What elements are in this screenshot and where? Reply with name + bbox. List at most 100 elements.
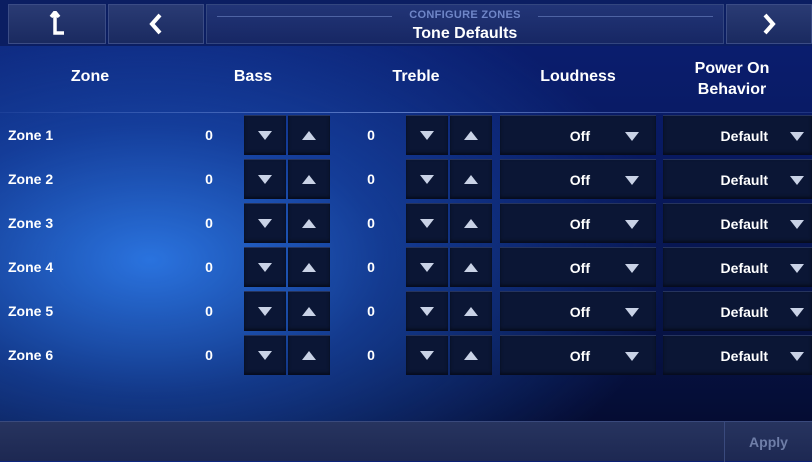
bass-down-button[interactable] [244,335,286,375]
power-on-dropdown-arrow [783,336,811,376]
chevron-down-icon [625,131,639,141]
power-on-dropdown[interactable]: Default [663,291,812,331]
chevron-down-icon [625,351,639,361]
loudness-value: Off [569,260,590,276]
loudness-dropdown[interactable]: Off [500,159,656,199]
bass-up-button[interactable] [288,335,330,375]
chevron-down-icon [625,307,639,317]
header-divider [0,112,812,113]
treble-value: 0 [367,171,375,187]
loudness-dropdown[interactable]: Off [500,247,656,287]
triangle-up-icon [464,351,478,360]
bass-value: 0 [205,215,213,231]
zone-row: Zone 6 0 0 Off Default [0,335,812,375]
chevron-down-icon [790,307,804,317]
loudness-dropdown[interactable]: Off [500,203,656,243]
power-on-value: Default [720,216,768,232]
zone-row: Zone 1 0 0 Off Default [0,115,812,155]
column-header-zone: Zone [70,68,110,85]
bass-up-button[interactable] [288,115,330,155]
treble-down-button[interactable] [406,115,448,155]
bass-down-button[interactable] [244,247,286,287]
chevron-right-icon [763,13,776,35]
treble-value: 0 [367,259,375,275]
bass-value: 0 [205,347,213,363]
bass-up-button[interactable] [288,247,330,287]
treble-up-button[interactable] [450,203,492,243]
bass-value: 0 [205,171,213,187]
power-on-dropdown-arrow [783,292,811,332]
triangle-up-icon [302,131,316,140]
treble-value: 0 [367,347,375,363]
bass-down-button[interactable] [244,115,286,155]
zone-label: Zone 4 [8,259,54,275]
bass-up-button[interactable] [288,291,330,331]
zone-label: Zone 6 [8,347,54,363]
treble-up-button[interactable] [450,159,492,199]
loudness-dropdown[interactable]: Off [500,335,656,375]
triangle-down-icon [420,307,434,316]
power-on-dropdown-arrow [783,116,811,156]
treble-down-button[interactable] [406,159,448,199]
bass-down-button[interactable] [244,159,286,199]
power-on-dropdown[interactable]: Default [663,247,812,287]
back-button[interactable] [108,4,204,44]
zone-row: Zone 5 0 0 Off Default [0,291,812,331]
triangle-up-icon [302,307,316,316]
chevron-down-icon [625,263,639,273]
zone-label: Zone 5 [8,303,54,319]
loudness-dropdown-arrow [612,336,652,376]
power-on-dropdown[interactable]: Default [663,159,812,199]
triangle-up-icon [464,263,478,272]
zone-row: Zone 3 0 0 Off Default [0,203,812,243]
treble-up-button[interactable] [450,247,492,287]
triangle-up-icon [464,307,478,316]
chevron-left-icon [149,13,162,35]
chevron-down-icon [625,175,639,185]
bass-up-button[interactable] [288,159,330,199]
loudness-dropdown-arrow [612,116,652,156]
treble-down-button[interactable] [406,335,448,375]
triangle-down-icon [258,351,272,360]
triangle-up-icon [302,263,316,272]
header-bar: CONFIGURE ZONES Tone Defaults [0,0,812,46]
bass-up-button[interactable] [288,203,330,243]
treble-down-button[interactable] [406,247,448,287]
footer-bar: Apply [0,421,812,462]
triangle-up-icon [464,175,478,184]
bass-down-button[interactable] [244,291,286,331]
loudness-dropdown-arrow [612,160,652,200]
treble-up-button[interactable] [450,115,492,155]
treble-up-button[interactable] [450,335,492,375]
arrow-up-icon [49,11,64,35]
power-on-dropdown[interactable]: Default [663,335,812,375]
treble-down-button[interactable] [406,291,448,331]
chevron-down-icon [790,351,804,361]
chevron-down-icon [790,263,804,273]
power-on-dropdown[interactable]: Default [663,115,812,155]
triangle-up-icon [464,131,478,140]
triangle-down-icon [258,175,272,184]
triangle-up-icon [302,351,316,360]
power-on-dropdown[interactable]: Default [663,203,812,243]
bass-down-button[interactable] [244,203,286,243]
bass-value: 0 [205,259,213,275]
home-button[interactable] [8,4,106,44]
triangle-down-icon [420,219,434,228]
loudness-dropdown[interactable]: Off [500,291,656,331]
power-on-dropdown-arrow [783,204,811,244]
treble-down-button[interactable] [406,203,448,243]
triangle-down-icon [420,351,434,360]
power-on-value: Default [720,260,768,276]
title-box: CONFIGURE ZONES Tone Defaults [206,4,724,44]
power-on-value: Default [720,304,768,320]
chevron-down-icon [790,131,804,141]
treble-up-button[interactable] [450,291,492,331]
bass-value: 0 [205,303,213,319]
loudness-dropdown[interactable]: Off [500,115,656,155]
loudness-value: Off [569,216,590,232]
triangle-down-icon [420,175,434,184]
forward-button[interactable] [726,4,812,44]
column-header-treble: Treble [392,68,440,85]
apply-button[interactable]: Apply [724,422,812,462]
